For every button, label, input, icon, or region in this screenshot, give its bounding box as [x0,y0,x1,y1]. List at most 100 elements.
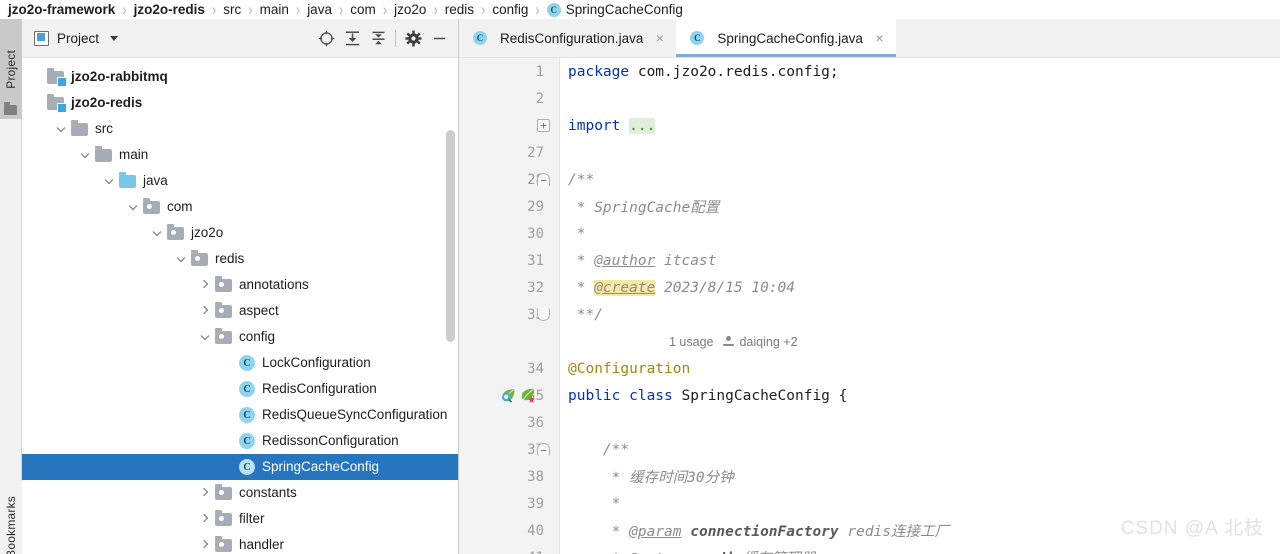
project-tree-scrollbar[interactable] [446,130,455,342]
editor-tab[interactable]: C RedisConfiguration.java × [459,19,676,57]
chevron-right-icon[interactable] [198,277,214,293]
code-line[interactable]: * SpringCache配置 [560,193,1280,220]
tree-node-filter[interactable]: filter [22,506,458,532]
code-line[interactable]: /** [560,166,1280,193]
line-number: 27 [527,144,544,161]
chevron-down-icon[interactable] [174,251,190,267]
fold-collapse-icon[interactable]: − [537,443,550,456]
code-line[interactable]: * [560,220,1280,247]
breadcrumb-separator: › [481,0,486,19]
breadcrumb-item[interactable]: jzo2o-redis [134,2,205,17]
code-token: @author [594,252,656,269]
tree-node-main[interactable]: main [22,142,458,168]
tree-node-config[interactable]: config [22,324,458,350]
breadcrumb-item[interactable]: jzo2o-framework [8,2,115,17]
chevron-down-icon[interactable] [102,173,118,189]
tree-node-redisconfiguration[interactable]: C RedisConfiguration [22,376,458,402]
code-token: ... [629,117,656,134]
folder-icon [4,102,17,115]
code-line[interactable]: /** [560,436,1280,463]
tree-node-com[interactable]: com [22,194,458,220]
package-icon [167,223,184,240]
editor-tab-label: SpringCacheConfig.java [717,30,863,46]
inlay-hint-row[interactable]: 1 usage daiqing +2 [661,328,798,355]
expand-all-icon[interactable] [339,25,365,51]
editor-gutter[interactable]: 123+2728−293031323334353637−38394041 [459,58,560,554]
editor-tab[interactable]: C SpringCacheConfig.java × [676,19,896,57]
tree-node-src[interactable]: src [22,116,458,142]
tree-node-redis[interactable]: redis [22,246,458,272]
tool-window-button-bookmarks[interactable]: Bookmarks [0,481,22,554]
chevron-down-icon[interactable] [54,121,70,137]
tree-node-annotations[interactable]: annotations [22,272,458,298]
code-line[interactable]: **/ [560,301,1280,328]
code-line[interactable] [560,85,1280,112]
code-line-text: /** [560,442,629,458]
tree-node-jzo2o-redis[interactable]: jzo2o-redis [22,90,458,116]
tree-node-constants[interactable]: constants [22,480,458,506]
chevron-right-icon[interactable] [198,511,214,527]
tree-node-springcacheconfig[interactable]: C SpringCacheConfig [22,454,458,480]
chevron-right-icon[interactable] [198,537,214,553]
usage-count-hint[interactable]: 1 usage [669,335,713,349]
code-surface[interactable]: package com.jzo2o.redis.config; import ..… [560,58,1280,554]
code-line[interactable]: * @author itcast [560,247,1280,274]
collapse-all-icon[interactable] [365,25,391,51]
chevron-down-icon[interactable] [126,199,142,215]
close-icon[interactable]: × [873,31,886,45]
spring-leaf-icon[interactable] [520,387,537,404]
spring-bean-icon[interactable] [500,387,517,404]
tree-node-java[interactable]: java [22,168,458,194]
tree-node-jzo2o[interactable]: jzo2o [22,220,458,246]
close-icon[interactable]: × [653,31,666,45]
tree-node-redissonconfiguration[interactable]: C RedissonConfiguration [22,428,458,454]
tree-node-handler[interactable]: handler [22,532,458,554]
gutter-icons[interactable] [500,382,537,409]
breadcrumb-item[interactable]: redis [445,2,474,17]
chevron-right-icon[interactable] [198,303,214,319]
code-line[interactable]: package com.jzo2o.redis.config; [560,58,1280,85]
tree-node-jzo2o-rabbitmq[interactable]: jzo2o-rabbitmq [22,64,458,90]
breadcrumb-item[interactable]: src [223,2,241,17]
line-number: 38 [527,468,544,485]
package-icon [215,301,232,318]
code-token: /** [568,171,595,188]
chevron-right-icon[interactable] [198,485,214,501]
project-tree[interactable]: jzo2o-rabbitmq jzo2o-redis src main java com j… [22,58,458,554]
chevron-down-icon[interactable] [198,329,214,345]
breadcrumb-item[interactable]: java [307,2,332,17]
breadcrumb-item[interactable]: main [260,2,289,17]
fold-collapse-icon[interactable] [537,308,550,321]
author-hint[interactable]: daiqing +2 [723,335,798,349]
code-line[interactable]: @Configuration [560,355,1280,382]
select-opened-file-icon[interactable] [313,25,339,51]
fold-collapse-icon[interactable]: − [537,173,550,186]
chevron-down-icon[interactable] [78,147,94,163]
tree-node-aspect[interactable]: aspect [22,298,458,324]
code-line-text: * [560,226,586,242]
tree-node-redisqueuesyncconfiguration[interactable]: C RedisQueueSyncConfiguration [22,402,458,428]
breadcrumb-item[interactable]: config [492,2,528,17]
chevron-down-icon[interactable] [110,35,119,41]
editor-body[interactable]: 123+2728−293031323334353637−38394041 pac… [459,58,1280,554]
breadcrumb-item[interactable]: jzo2o [394,2,426,17]
code-line[interactable]: public class SpringCacheConfig { [560,382,1280,409]
chevron-down-icon[interactable] [150,225,166,241]
hide-panel-icon[interactable] [426,25,452,51]
code-line[interactable]: * @return redis缓存管理器 [560,544,1280,554]
code-token: 2023/8/15 10:04 [655,279,795,296]
tree-node-lockconfiguration[interactable]: C LockConfiguration [22,350,458,376]
code-line[interactable] [560,139,1280,166]
settings-gear-icon[interactable] [400,25,426,51]
breadcrumb-item-label: jzo2o [394,2,427,17]
fold-expand-icon[interactable]: + [537,119,550,132]
code-line[interactable]: * @create 2023/8/15 10:04 [560,274,1280,301]
code-line[interactable]: * 缓存时间30分钟 [560,463,1280,490]
code-line[interactable] [560,409,1280,436]
breadcrumb-separator: › [122,0,127,19]
breadcrumb-item[interactable]: C SpringCacheConfig [546,2,683,17]
breadcrumb-item[interactable]: com [350,2,376,17]
tree-node-label: RedissonConfiguration [262,433,399,449]
code-line[interactable]: import ... [560,112,1280,139]
